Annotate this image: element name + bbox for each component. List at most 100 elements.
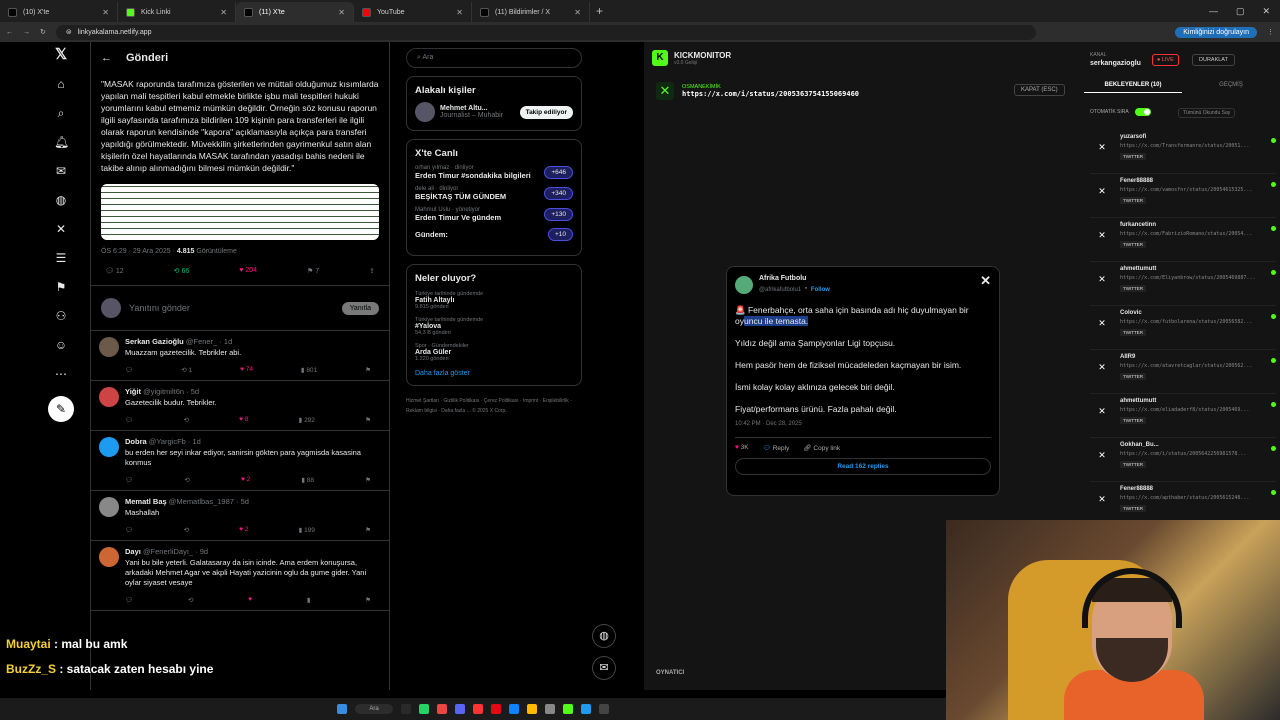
like-action[interactable]: ♥ 204 — [239, 267, 257, 275]
repost-icon[interactable]: ⟲ 1 — [181, 366, 192, 374]
forward-icon[interactable]: → — [23, 29, 30, 36]
share-icon[interactable]: ⇪ — [369, 267, 375, 275]
copy-link-action[interactable]: 🔗︎ Copy link — [803, 444, 840, 452]
trend-item[interactable]: Türkiye tarihinde gündemde Fatih Altaylı 9… — [415, 291, 573, 310]
queue-url[interactable]: https://x.com/apthaber/status/2005615248… — [1120, 495, 1265, 501]
browser-tab[interactable]: (10) X'te ✕ — [0, 2, 118, 22]
tab-history[interactable]: GEÇMİŞ — [1182, 78, 1280, 93]
menu-icon[interactable]: ⋮ — [1267, 28, 1274, 36]
trend-item[interactable]: Türkiye tarihinde gündemde #Yalova 54,3 B … — [415, 317, 573, 336]
app-icon[interactable] — [508, 704, 519, 714]
reply-input[interactable]: Yanıtını gönder — [129, 303, 190, 313]
search-input[interactable]: ⌕ Ara — [406, 48, 582, 68]
close-tab-icon[interactable]: ✕ — [102, 8, 109, 17]
views-icon[interactable]: ▮ — [307, 596, 311, 604]
settings-icon[interactable] — [544, 704, 555, 714]
queue-url[interactable]: https://x.com/Eliyanbrow/status/20054698… — [1120, 275, 1265, 281]
tweet-image[interactable] — [101, 184, 379, 240]
auto-queue-toggle[interactable] — [1134, 108, 1151, 116]
tab-waiting[interactable]: BEKLEYENLER (10) — [1084, 78, 1182, 93]
trend-item[interactable]: Spor · Gündemdekiler Arda Güler 1.220 gönd… — [415, 343, 573, 362]
live-space-item[interactable]: dele ali · dinliyor BEŞİKTAŞ TÜM GÜNDEM +3… — [415, 186, 573, 201]
kick-icon[interactable] — [562, 704, 573, 714]
new-tab-button[interactable]: + — [590, 4, 609, 18]
maximize-icon[interactable]: ▢ — [1236, 6, 1245, 17]
live-space-item[interactable]: Mahmut Uslu · yönetiyor Erden Timur Ve gü… — [415, 207, 573, 222]
repost-action[interactable]: ⟲ 66 — [174, 267, 190, 275]
queue-url[interactable]: https://x.com/atavretcaglar/status/20056… — [1120, 363, 1265, 369]
reply-action[interactable]: 💬︎ 12 — [105, 267, 124, 275]
close-window-icon[interactable]: ✕ — [1262, 6, 1270, 17]
reply-icon[interactable]: 💬︎ — [125, 476, 133, 484]
close-tab-icon[interactable]: ✕ — [574, 8, 581, 17]
reply-icon[interactable]: 💬︎ — [125, 526, 133, 534]
reply-icon[interactable]: 💬︎ — [125, 596, 133, 604]
lists-icon[interactable]: ☰ — [54, 251, 68, 265]
bookmark-icon[interactable]: ⚑ — [365, 366, 371, 374]
netflix-icon[interactable] — [490, 704, 501, 714]
live-space-item[interactable]: orhan yılmaz · dinliyor Erden Timur #sond… — [415, 165, 573, 180]
queue-item[interactable]: ✕ ahmettumutt https://x.com/eliadaderf8/st… — [1090, 394, 1276, 438]
queue-item[interactable]: ✕ Fener88888 https://x.com/vamosfnr/status… — [1090, 174, 1276, 218]
app-icon[interactable] — [472, 704, 483, 714]
close-tab-icon[interactable]: ✕ — [220, 8, 227, 17]
like-icon[interactable]: ♥ 2 — [239, 526, 248, 534]
views-icon[interactable]: ▮ 801 — [301, 366, 317, 374]
read-replies-button[interactable]: Read 162 replies — [735, 458, 991, 475]
back-icon[interactable]: ← — [6, 29, 13, 36]
x-premium-icon[interactable]: ✕ — [54, 222, 68, 236]
app-icon[interactable] — [598, 704, 609, 714]
repost-icon[interactable]: ⟲ — [184, 476, 189, 484]
messages-float-icon[interactable]: ✉ — [592, 656, 616, 680]
queue-url[interactable]: https://x.com/vamosfnr/status/2005461532… — [1120, 187, 1265, 193]
views-icon[interactable]: ▮ 292 — [299, 416, 315, 424]
discord-icon[interactable] — [454, 704, 465, 714]
reply-item[interactable]: Mematl Baş @Mematlbas_1987 · 5d Mashalla… — [91, 491, 389, 541]
minimize-icon[interactable]: — — [1209, 6, 1218, 17]
notifications-icon[interactable]: 🔔︎ — [54, 135, 69, 149]
queue-item[interactable]: ✕ Gokhan_Bu... https://x.com/i/status/2005… — [1090, 438, 1276, 482]
views-icon[interactable]: ▮ 88 — [301, 476, 314, 484]
reply-item[interactable]: Serkan Gazioğlu @Fener_ · 1d Muazzam gaz… — [91, 331, 389, 381]
communities-icon[interactable]: ⚇ — [54, 309, 68, 323]
reply-item[interactable]: Yiğit @yigitmilt6n · 5d Gazetecilik budu… — [91, 381, 389, 431]
explorer-icon[interactable] — [526, 704, 537, 714]
queue-item[interactable]: ✕ yuzarsofi https://x.com/Transfermanre/st… — [1090, 130, 1276, 174]
queue-item[interactable]: ✕ AIIR9 https://x.com/atavretcaglar/status… — [1090, 350, 1276, 394]
mark-all-read-button[interactable]: Tümünü Okundu Say — [1178, 108, 1236, 118]
grok-float-icon[interactable]: ◍ — [592, 624, 616, 648]
reply-action[interactable]: 💬︎ Reply — [763, 444, 790, 452]
like-icon[interactable]: ♥ 2 — [241, 476, 250, 484]
profile-icon[interactable]: ☺ — [54, 338, 68, 352]
follow-link[interactable]: Follow — [811, 287, 830, 293]
footer-links[interactable]: Hizmet Şartları · Gizlilik Politikası · … — [406, 396, 582, 416]
like-action[interactable]: ♥ 3K — [735, 444, 749, 452]
pause-button[interactable]: DURAKLAT — [1192, 54, 1235, 66]
like-icon[interactable]: ♥ — [248, 596, 252, 604]
bookmark-action[interactable]: ⚑ 7 — [307, 267, 319, 275]
reply-icon[interactable]: 💬︎ — [125, 416, 133, 424]
back-arrow-icon[interactable]: ← — [101, 52, 112, 64]
start-icon[interactable] — [337, 704, 348, 714]
bookmark-icon[interactable]: ⚑ — [365, 416, 371, 424]
following-button[interactable]: Takip ediliyor — [519, 105, 573, 119]
close-button[interactable]: KAPAT (ESC) — [1014, 84, 1065, 96]
reply-button[interactable]: Yanıtla — [341, 301, 379, 315]
queue-url[interactable]: https://x.com/FabrizioRomano/status/2005… — [1120, 231, 1265, 237]
whatsapp-icon[interactable] — [418, 704, 429, 714]
browser-tab[interactable]: (11) X'te ✕ — [236, 2, 354, 22]
queue-item[interactable]: ✕ furkancetinn https://x.com/FabrizioRoman… — [1090, 218, 1276, 262]
reply-icon[interactable]: 💬︎ — [125, 366, 133, 374]
x-logo-icon[interactable]: 𝕏 — [54, 47, 68, 62]
current-url[interactable]: https://x.com/i/status/20053637541550694… — [682, 90, 859, 98]
queue-url[interactable]: https://x.com/futbolarena/status/2005658… — [1120, 319, 1265, 325]
reply-item[interactable]: Dobra @YargicFb · 1d bu erden her seyi i… — [91, 431, 389, 491]
chrome-icon[interactable] — [436, 704, 447, 714]
queue-url[interactable]: https://x.com/Transfermanre/status/20051… — [1120, 143, 1265, 149]
messages-icon[interactable]: ✉ — [54, 164, 68, 178]
views-icon[interactable]: ▮ 199 — [299, 526, 315, 534]
browser-tab[interactable]: YouTube ✕ — [354, 2, 472, 22]
bookmarks-icon[interactable]: ⚑ — [54, 280, 68, 294]
explore-icon[interactable]: ⌕ — [54, 106, 68, 120]
browser-tab[interactable]: (11) Bildirimler / X ✕ — [472, 2, 590, 22]
